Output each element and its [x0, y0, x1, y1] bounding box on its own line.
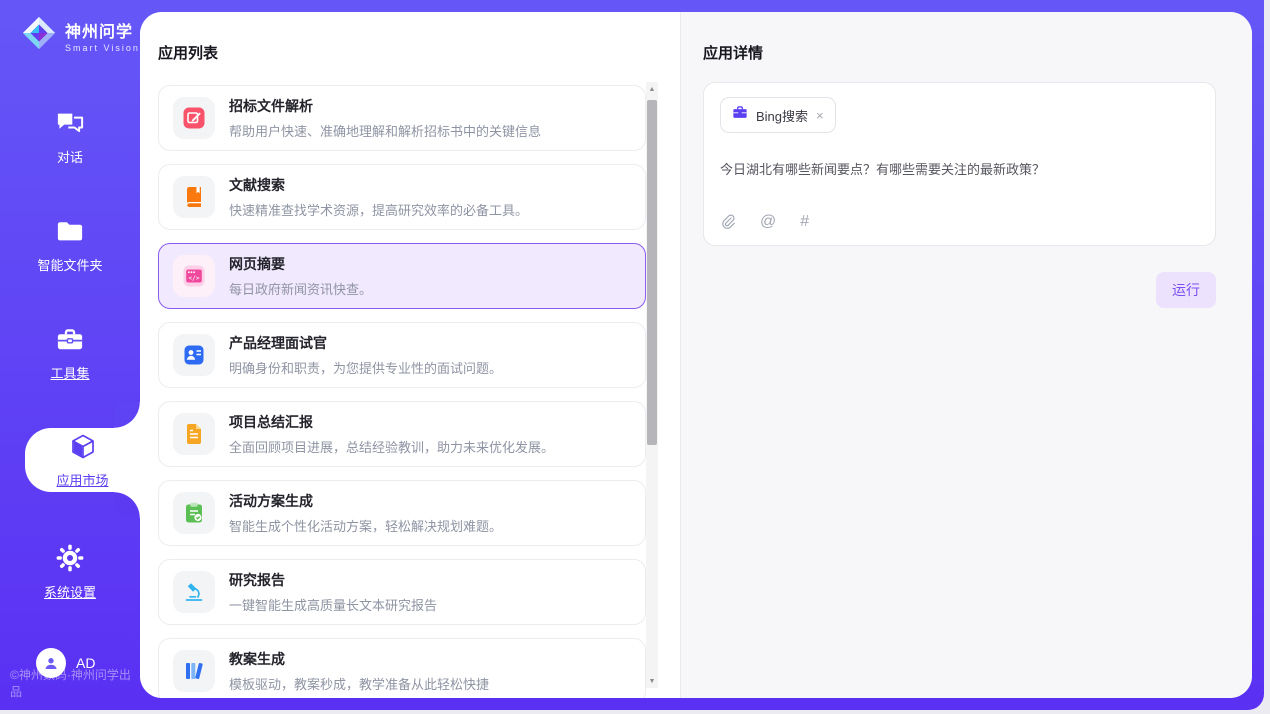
app-detail-title: 应用详情: [703, 42, 763, 63]
content-panel: 应用列表 招标文件解析 帮助用户快速、准确地理解和解析招标书中的关键信息: [140, 12, 1252, 698]
app-title: 项目总结汇报: [229, 412, 554, 432]
sidebar-item-label: 系统设置: [44, 582, 96, 601]
app-desc: 明确身份和职责，为您提供专业性的面试问题。: [229, 358, 502, 377]
clipboard-check-icon: [173, 492, 215, 534]
tool-chip-bing-search[interactable]: Bing搜索 ×: [720, 97, 836, 133]
app-title: 产品经理面试官: [229, 333, 502, 353]
diamond-logo-icon: [20, 14, 58, 57]
brand-subtitle: Smart Vision: [65, 43, 140, 53]
app-card-lesson-plan[interactable]: 教案生成 模板驱动，教案秒成，教学准备从此轻松快捷: [158, 638, 646, 698]
sidebar-item-label: 工具集: [50, 363, 89, 382]
app-card-bid-parse[interactable]: 招标文件解析 帮助用户快速、准确地理解和解析招标书中的关键信息: [158, 85, 646, 151]
app-card-literature-search[interactable]: 文献搜索 快速精准查找学术资源，提高研究效率的必备工具。: [158, 164, 646, 230]
sidebar: 神州问学 Smart Vision 对话 智能文件夹: [0, 0, 140, 710]
close-icon[interactable]: ×: [816, 108, 824, 123]
app-desc: 帮助用户快速、准确地理解和解析招标书中的关键信息: [229, 121, 541, 140]
book-icon: [173, 176, 215, 218]
hashtag-icon[interactable]: #: [800, 213, 809, 231]
attach-paperclip-icon[interactable]: [720, 213, 736, 231]
app-card-web-summary[interactable]: </> 网页摘要 每日政府新闻资讯快查。: [158, 243, 646, 309]
svg-text:</>: </>: [188, 275, 199, 282]
app-desc: 每日政府新闻资讯快查。: [229, 279, 372, 298]
web-code-icon: </>: [173, 255, 215, 297]
app-desc: 快速精准查找学术资源，提高研究效率的必备工具。: [229, 200, 528, 219]
app-title: 活动方案生成: [229, 491, 502, 511]
toolbox-icon: [55, 326, 85, 357]
interviewer-icon: [173, 334, 215, 376]
app-title: 网页摘要: [229, 254, 372, 274]
app-detail-panel: 应用详情 Bing搜索 × 今日湖北有哪些新闻要点？有哪些需要关注的最新政策？: [681, 12, 1252, 698]
app-card-project-summary[interactable]: 项目总结汇报 全面回顾项目进展，总结经验教训，助力未来优化发展。: [158, 401, 646, 467]
doc-edit-icon: [173, 97, 215, 139]
app-title: 招标文件解析: [229, 96, 541, 116]
run-button[interactable]: 运行: [1156, 272, 1216, 308]
tool-chip-label: Bing搜索: [756, 106, 808, 125]
app-list: 招标文件解析 帮助用户快速、准确地理解和解析招标书中的关键信息 文献搜索: [158, 85, 646, 698]
briefcase-icon: [732, 105, 748, 125]
scrollbar[interactable]: ▲ ▼: [646, 82, 658, 688]
app-desc: 模板驱动，教案秒成，教学准备从此轻松快捷: [229, 674, 489, 693]
app-card-pm-interviewer[interactable]: 产品经理面试官 明确身份和职责，为您提供专业性的面试问题。: [158, 322, 646, 388]
cube-icon: [68, 432, 98, 467]
sidebar-item-label: 智能文件夹: [37, 255, 102, 274]
app-desc: 一键智能生成高质量长文本研究报告: [229, 595, 437, 614]
gear-icon: [55, 543, 85, 576]
books-icon: [173, 650, 215, 692]
composer-card: Bing搜索 × 今日湖北有哪些新闻要点？有哪些需要关注的最新政策？ @ #: [703, 82, 1216, 246]
sidebar-item-chat[interactable]: 对话: [0, 110, 140, 166]
app-title: 教案生成: [229, 649, 489, 669]
app-title: 文献搜索: [229, 175, 528, 195]
app-desc: 全面回顾项目进展，总结经验教训，助力未来优化发展。: [229, 437, 554, 456]
scroll-up-arrow-icon[interactable]: ▲: [646, 82, 658, 96]
sidebar-item-smart-folder[interactable]: 智能文件夹: [0, 218, 140, 274]
app-window: 神州问学 Smart Vision 对话 智能文件夹: [0, 0, 1264, 710]
app-list-title: 应用列表: [158, 42, 218, 63]
copyright-footer: ©神州数码·神州问学出品: [10, 666, 140, 700]
app-desc: 智能生成个性化活动方案，轻松解决规划难题。: [229, 516, 502, 535]
app-card-research-report[interactable]: 研究报告 一键智能生成高质量长文本研究报告: [158, 559, 646, 625]
mention-at-icon[interactable]: @: [760, 213, 776, 231]
scroll-down-arrow-icon[interactable]: ▼: [646, 674, 658, 688]
sidebar-item-settings[interactable]: 系统设置: [0, 543, 140, 601]
sidebar-item-toolset[interactable]: 工具集: [0, 326, 140, 382]
document-icon: [173, 413, 215, 455]
microscope-icon: [173, 571, 215, 613]
app-list-panel: 应用列表 招标文件解析 帮助用户快速、准确地理解和解析招标书中的关键信息: [140, 12, 680, 698]
composer-input[interactable]: 今日湖北有哪些新闻要点？有哪些需要关注的最新政策？: [720, 159, 1199, 178]
sidebar-item-label: 应用市场: [56, 470, 108, 489]
folder-icon: [55, 218, 85, 249]
sidebar-item-label: 对话: [57, 147, 83, 166]
scrollbar-thumb[interactable]: [647, 100, 657, 445]
brand-logo: 神州问学 Smart Vision: [20, 14, 140, 57]
brand-name: 神州问学: [65, 18, 140, 42]
app-title: 研究报告: [229, 570, 437, 590]
app-card-activity-plan[interactable]: 活动方案生成 智能生成个性化活动方案，轻松解决规划难题。: [158, 480, 646, 546]
chat-icon: [55, 110, 85, 141]
sidebar-item-app-market[interactable]: 应用市场: [25, 428, 140, 492]
